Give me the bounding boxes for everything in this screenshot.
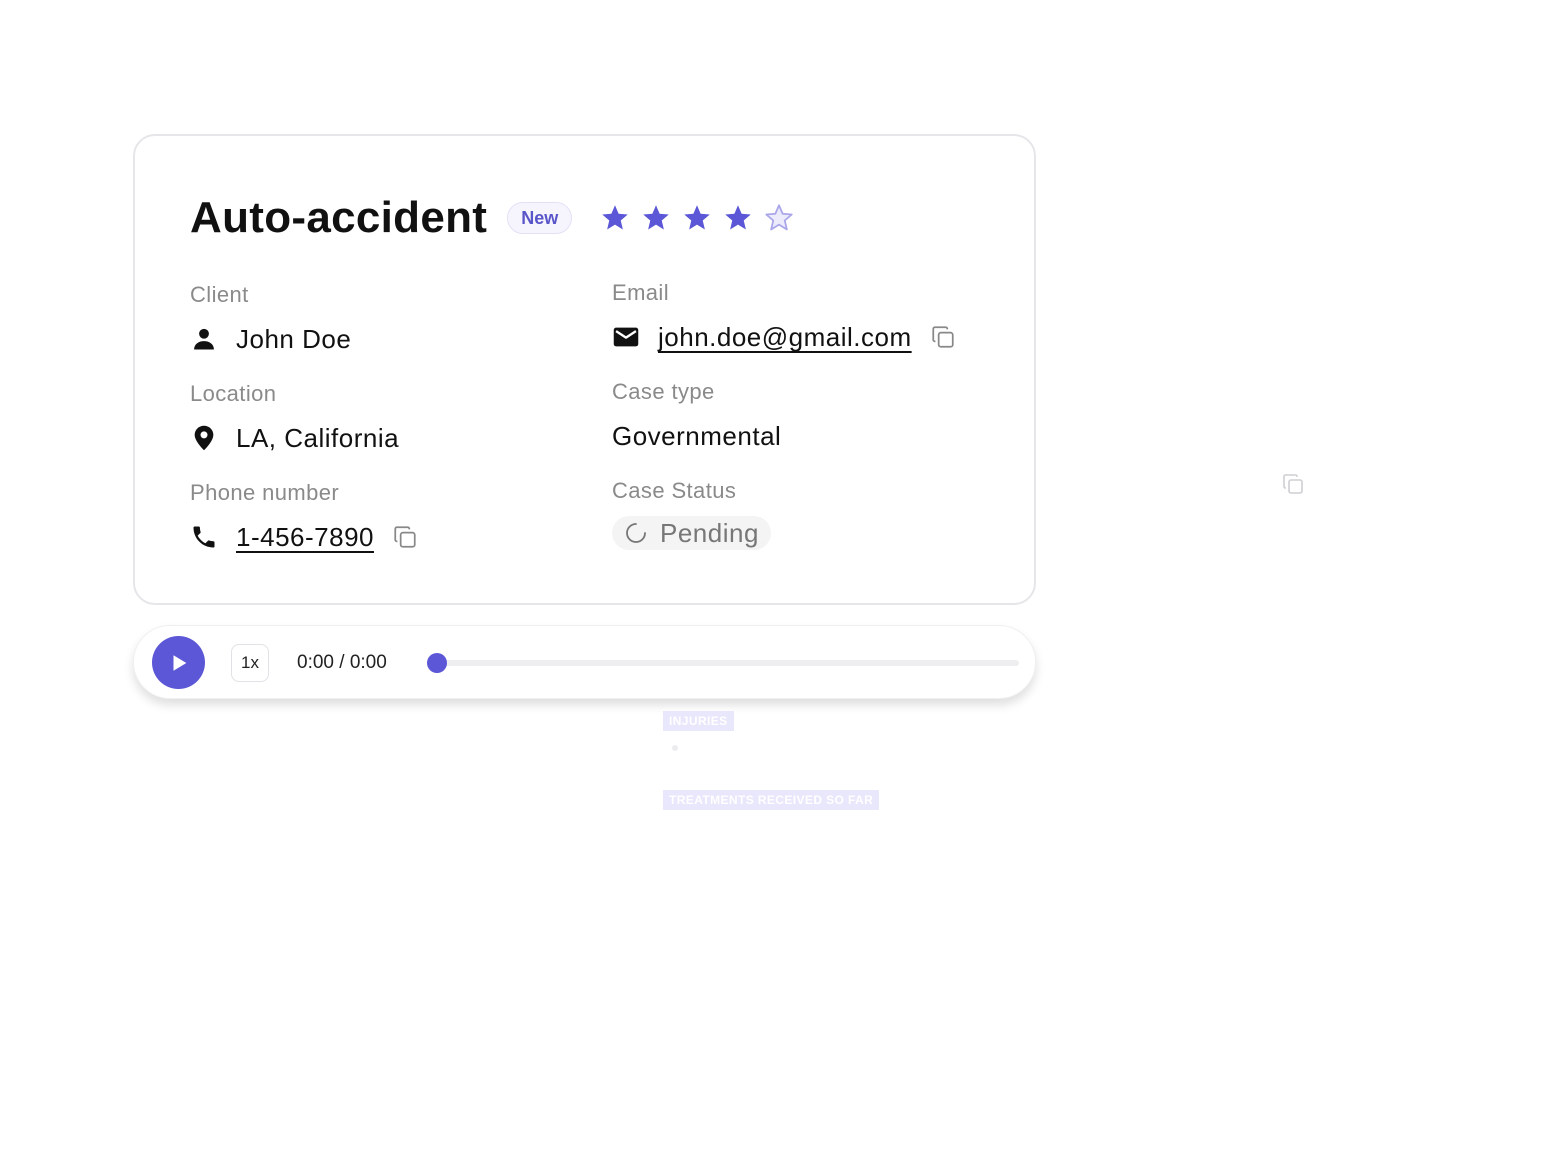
star-filled-icon[interactable] xyxy=(723,203,753,233)
time-readout: 0:00 / 0:00 xyxy=(297,652,387,673)
case-type-value: Governmental xyxy=(612,421,782,451)
case-status-value: Pending xyxy=(660,518,759,548)
treatments-tag: TREATMENTS RECEIVED SO FAR xyxy=(663,790,880,810)
location-label: Location xyxy=(190,381,277,406)
progress-track[interactable] xyxy=(436,660,1019,666)
status-badge: Pending xyxy=(612,516,771,550)
star-filled-icon[interactable] xyxy=(682,203,712,233)
phone-icon xyxy=(193,526,215,548)
star-rating[interactable] xyxy=(600,203,794,233)
mail-icon xyxy=(613,327,639,347)
phone-field: Phone number 1-456-7890 xyxy=(190,480,418,552)
new-badge: New xyxy=(507,202,573,234)
injuries-tag: INJURIES xyxy=(663,711,734,731)
copy-icon xyxy=(1283,474,1303,494)
case-card: Auto-accident New Client John Doe Email … xyxy=(133,134,1036,605)
case-status-label: Case Status xyxy=(612,478,737,503)
star-filled-icon[interactable] xyxy=(600,203,630,233)
bullet-dot xyxy=(672,745,678,751)
location-field: Location LA, California xyxy=(190,381,399,453)
copy-phone-icon[interactable] xyxy=(392,524,418,550)
star-empty-icon[interactable] xyxy=(764,203,794,233)
phone-link[interactable]: 1-456-7890 xyxy=(236,522,374,552)
client-field: Client John Doe xyxy=(190,282,351,354)
email-link[interactable]: john.doe@gmail.com xyxy=(658,322,912,352)
copy-email-icon[interactable] xyxy=(930,324,956,350)
client-name: John Doe xyxy=(236,324,352,354)
phone-label: Phone number xyxy=(190,480,340,505)
progress-handle[interactable] xyxy=(427,653,447,673)
star-filled-icon[interactable] xyxy=(641,203,671,233)
email-label: Email xyxy=(612,280,670,305)
person-icon xyxy=(194,328,214,350)
case-header: Auto-accident New xyxy=(190,192,794,244)
case-title: Auto-accident xyxy=(190,193,488,242)
playback-speed-button[interactable]: 1x xyxy=(231,644,269,682)
email-field: Email john.doe@gmail.com xyxy=(612,280,956,352)
audio-player: 1x 0:00 / 0:00 xyxy=(133,625,1036,699)
location-pin-icon xyxy=(194,425,214,451)
spinner-icon xyxy=(626,523,646,543)
play-icon xyxy=(173,654,186,671)
case-type-field: Case type Governmental xyxy=(612,379,781,451)
location-value: LA, California xyxy=(236,423,400,453)
play-button[interactable] xyxy=(152,636,205,689)
case-type-label: Case type xyxy=(612,379,715,404)
client-label: Client xyxy=(190,282,249,307)
case-status-field: Case Status Pending xyxy=(612,478,771,550)
